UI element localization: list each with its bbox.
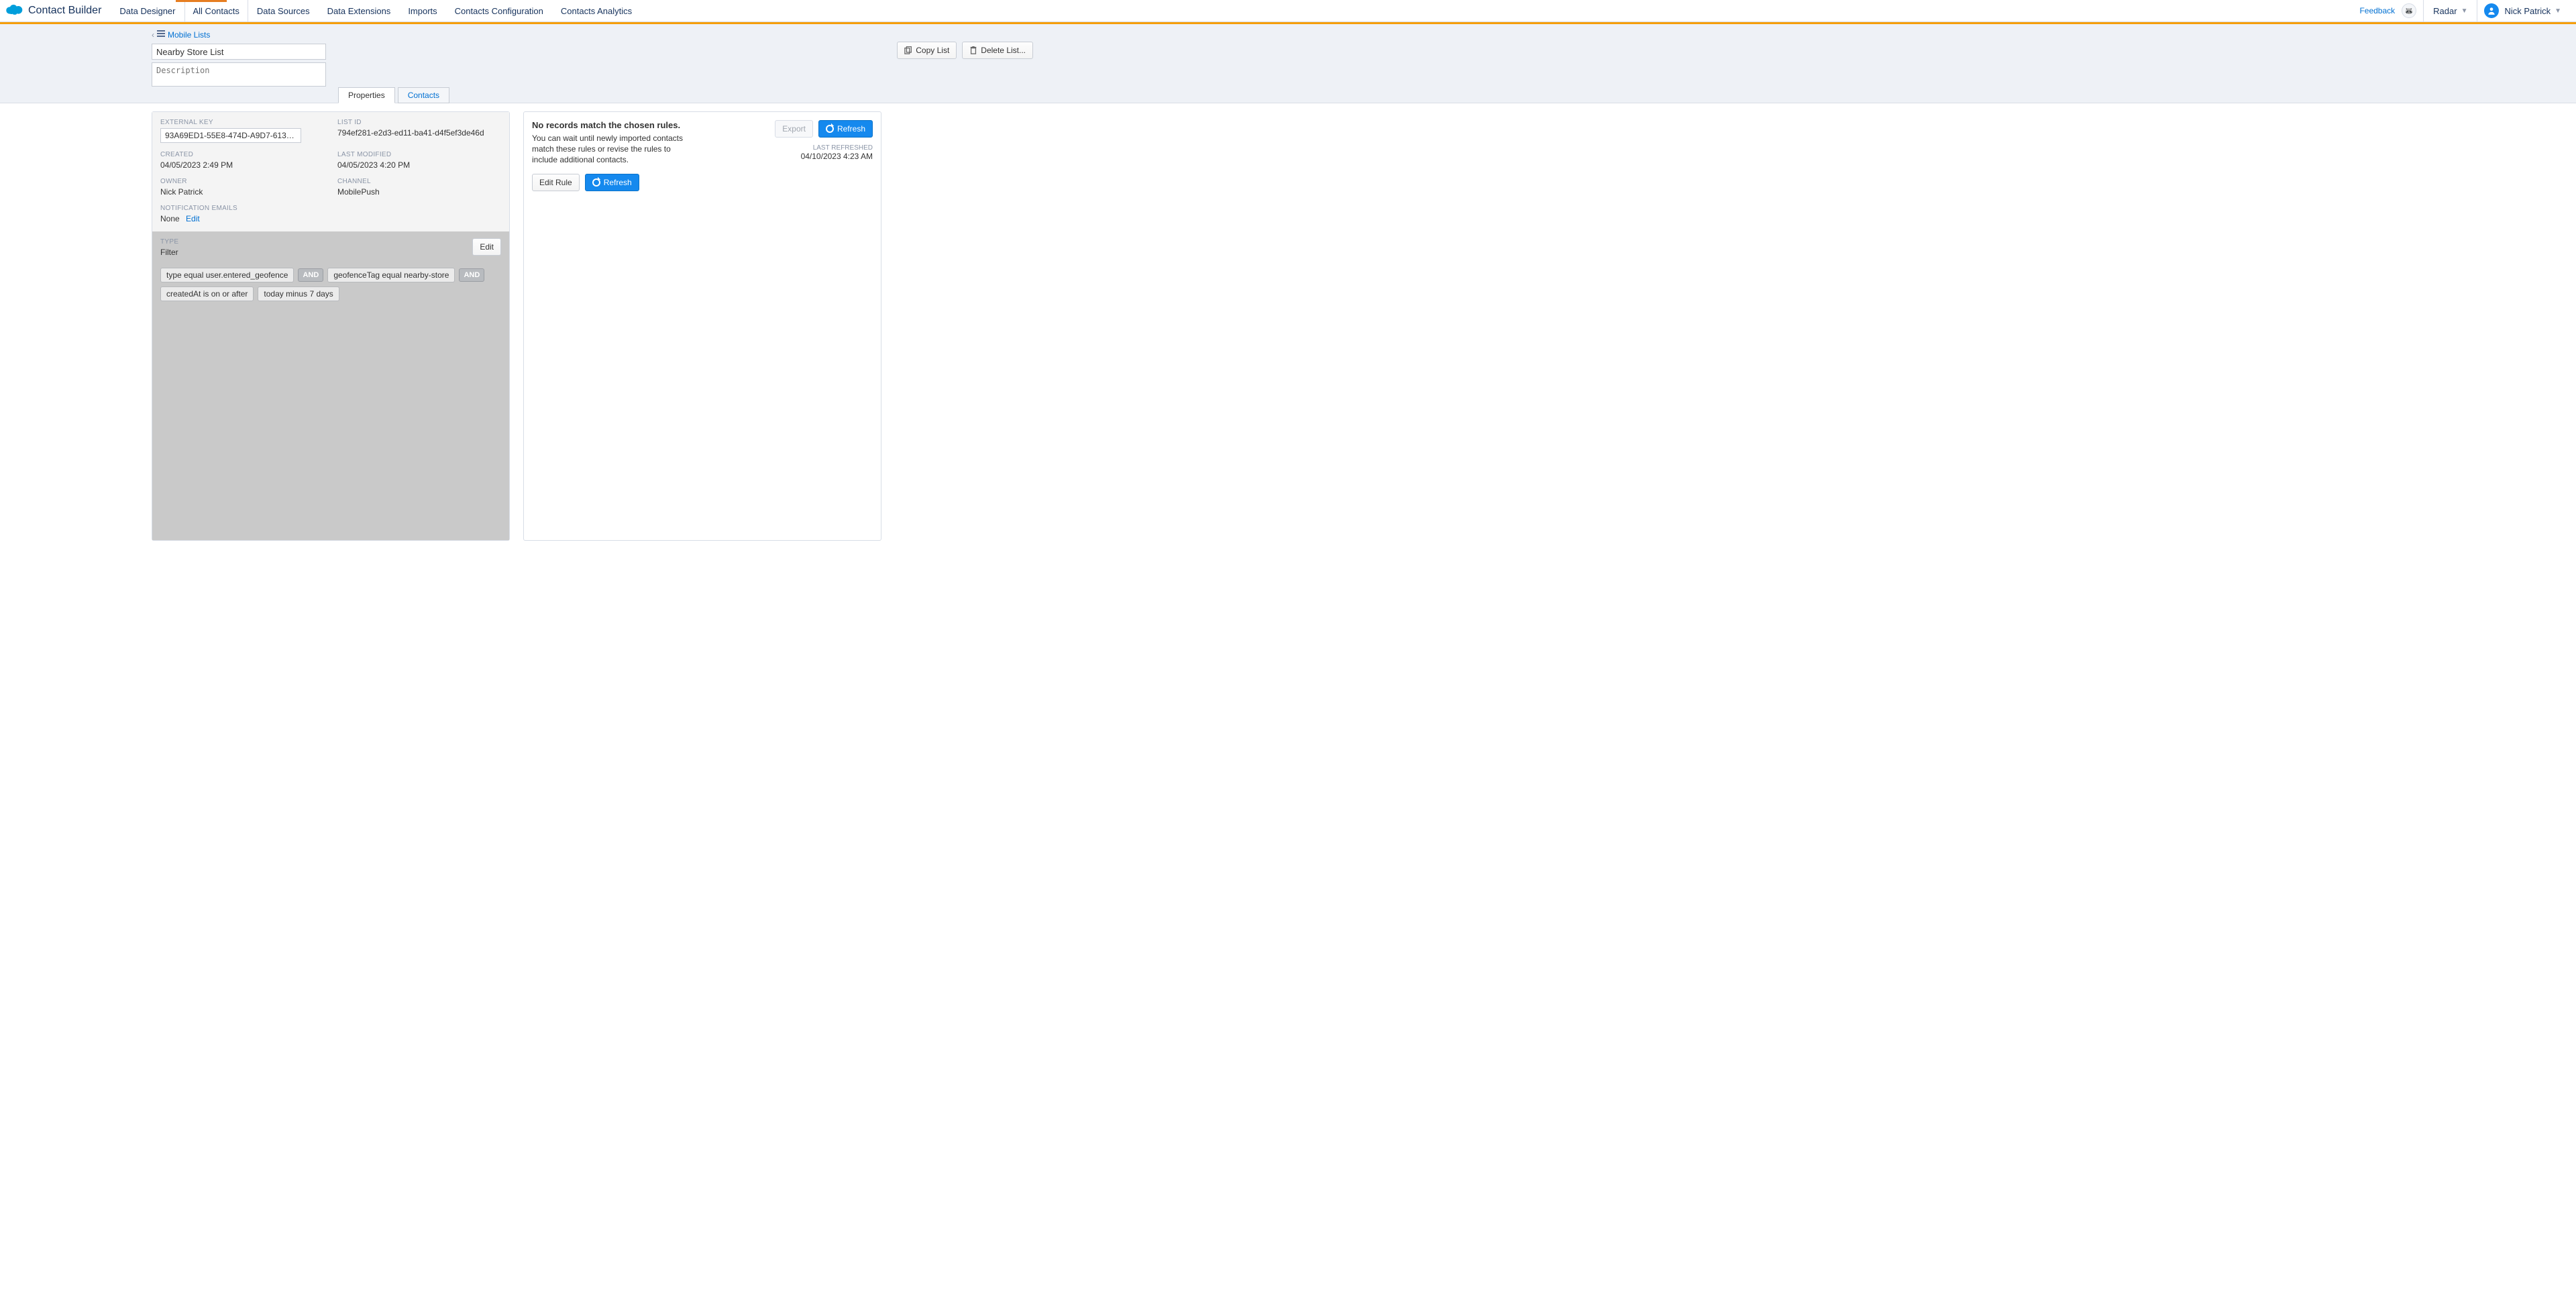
properties-grid: EXTERNAL KEY 93A69ED1-55E8-474D-A9D7-613… <box>152 112 509 231</box>
refresh-icon <box>592 178 600 187</box>
refresh-label: Refresh <box>837 124 865 134</box>
prop-notification-emails: NOTIFICATION EMAILS None Edit <box>160 205 324 223</box>
list-id-value: 794ef281-e2d3-ed11-ba41-d4f5ef3de46d <box>337 128 501 138</box>
nav-tab-data-designer[interactable]: Data Designer <box>111 0 184 21</box>
breadcrumb-mobile-lists[interactable]: ‹ Mobile Lists <box>152 30 1185 40</box>
nav-tab-contacts-analytics[interactable]: Contacts Analytics <box>552 0 641 21</box>
header-actions: Copy List Delete List... <box>897 42 1033 59</box>
nav-tab-data-extensions[interactable]: Data Extensions <box>319 0 400 21</box>
records-inline-actions: Edit Rule Refresh <box>532 174 873 191</box>
filter-section: TYPE Filter Edit type equal user.entered… <box>152 231 509 540</box>
records-empty-body: You can wait until newly imported contac… <box>532 133 693 166</box>
user-avatar-icon <box>2484 3 2499 18</box>
topbar-right: Feedback 🦝 Radar ▼ Nick Patrick ▼ <box>2359 0 2576 21</box>
app-logo-section[interactable]: Contact Builder <box>0 0 111 21</box>
created-value: 04/05/2023 2:49 PM <box>160 160 324 170</box>
account-switcher[interactable]: Radar ▼ <box>2423 0 2477 21</box>
tab-properties[interactable]: Properties <box>338 87 395 103</box>
breadcrumb-label: Mobile Lists <box>168 30 210 40</box>
tab-contacts[interactable]: Contacts <box>398 87 449 103</box>
page-subheader: ‹ Mobile Lists Copy List Delete List... <box>0 24 2576 103</box>
prop-external-key: EXTERNAL KEY 93A69ED1-55E8-474D-A9D7-613… <box>160 119 324 143</box>
filter-condition-pill[interactable]: today minus 7 days <box>258 286 339 301</box>
last-refreshed-value: 04/10/2023 4:23 AM <box>775 152 873 161</box>
list-icon <box>157 30 165 40</box>
prop-created: CREATED 04/05/2023 2:49 PM <box>160 151 324 170</box>
filter-operator-pill: AND <box>298 268 323 282</box>
external-key-label: EXTERNAL KEY <box>160 119 324 126</box>
prop-owner: OWNER Nick Patrick <box>160 178 324 197</box>
records-empty-message: No records match the chosen rules. You c… <box>532 120 693 166</box>
delete-list-label: Delete List... <box>981 46 1026 55</box>
trash-icon <box>969 46 977 54</box>
chevron-down-icon: ▼ <box>2461 7 2468 15</box>
channel-label: CHANNEL <box>337 178 501 185</box>
properties-panel: EXTERNAL KEY 93A69ED1-55E8-474D-A9D7-613… <box>152 111 510 541</box>
list-name-input[interactable] <box>152 44 326 60</box>
top-navbar: Contact Builder Data Designer All Contac… <box>0 0 2576 22</box>
records-empty-title: No records match the chosen rules. <box>532 120 693 130</box>
detail-tab-strip: Properties Contacts <box>338 87 1185 103</box>
filter-conditions: type equal user.entered_geofence AND geo… <box>160 268 501 301</box>
prop-last-modified: LAST MODIFIED 04/05/2023 4:20 PM <box>337 151 501 170</box>
last-modified-label: LAST MODIFIED <box>337 151 501 158</box>
prop-channel: CHANNEL MobilePush <box>337 178 501 197</box>
filter-operator-pill: AND <box>459 268 484 282</box>
app-title: Contact Builder <box>28 5 101 17</box>
filter-type-label: TYPE <box>160 238 178 246</box>
list-description-input[interactable] <box>152 62 326 87</box>
last-modified-value: 04/05/2023 4:20 PM <box>337 160 501 170</box>
nav-tab-data-sources[interactable]: Data Sources <box>248 0 319 21</box>
salesforce-cloud-icon <box>5 5 23 17</box>
content-row: EXTERNAL KEY 93A69ED1-55E8-474D-A9D7-613… <box>152 111 2424 541</box>
refresh-button-top[interactable]: Refresh <box>818 120 873 138</box>
astro-mascot-icon[interactable]: 🦝 <box>2402 3 2416 18</box>
refresh-label: Refresh <box>604 178 632 187</box>
nav-tab-all-contacts[interactable]: All Contacts <box>184 0 248 21</box>
external-key-value[interactable]: 93A69ED1-55E8-474D-A9D7-6134426F… <box>160 128 301 143</box>
nav-tabs: Data Designer All Contacts Data Sources … <box>111 0 641 21</box>
last-refreshed-label: LAST REFRESHED <box>775 144 873 152</box>
filter-edit-button[interactable]: Edit <box>472 238 501 256</box>
user-name: Nick Patrick <box>2504 6 2551 16</box>
copy-list-button[interactable]: Copy List <box>897 42 957 59</box>
nav-tab-contacts-configuration[interactable]: Contacts Configuration <box>446 0 552 21</box>
chevron-left-icon: ‹ <box>152 30 154 40</box>
copy-icon <box>904 46 912 54</box>
owner-label: OWNER <box>160 178 324 185</box>
filter-type-block: TYPE Filter <box>160 238 178 257</box>
export-button: Export <box>775 120 813 138</box>
account-name: Radar <box>2433 6 2457 16</box>
filter-condition-pill[interactable]: geofenceTag equal nearby-store <box>327 268 455 282</box>
notification-emails-edit-link[interactable]: Edit <box>186 214 200 223</box>
user-menu[interactable]: Nick Patrick ▼ <box>2477 0 2568 21</box>
filter-condition-pill[interactable]: type equal user.entered_geofence <box>160 268 294 282</box>
notification-emails-text: None <box>160 214 180 223</box>
filter-type-value: Filter <box>160 248 178 257</box>
channel-value: MobilePush <box>337 187 501 197</box>
notification-emails-label: NOTIFICATION EMAILS <box>160 205 324 212</box>
filter-condition-pill[interactable]: createdAt is on or after <box>160 286 254 301</box>
records-top-actions: Export Refresh LAST REFRESHED 04/10/2023… <box>775 120 873 161</box>
feedback-link[interactable]: Feedback <box>2359 6 2395 15</box>
chevron-down-icon: ▼ <box>2555 7 2561 15</box>
copy-list-label: Copy List <box>916 46 949 55</box>
edit-rule-button[interactable]: Edit Rule <box>532 174 580 191</box>
created-label: CREATED <box>160 151 324 158</box>
list-id-label: LIST ID <box>337 119 501 126</box>
notification-emails-value: None Edit <box>160 214 324 223</box>
records-panel: No records match the chosen rules. You c… <box>523 111 881 541</box>
active-tab-accent <box>176 0 227 2</box>
prop-list-id: LIST ID 794ef281-e2d3-ed11-ba41-d4f5ef3d… <box>337 119 501 143</box>
nav-tab-imports[interactable]: Imports <box>399 0 445 21</box>
owner-value: Nick Patrick <box>160 187 324 197</box>
delete-list-button[interactable]: Delete List... <box>962 42 1033 59</box>
refresh-icon <box>826 125 834 133</box>
refresh-button-inline[interactable]: Refresh <box>585 174 639 191</box>
